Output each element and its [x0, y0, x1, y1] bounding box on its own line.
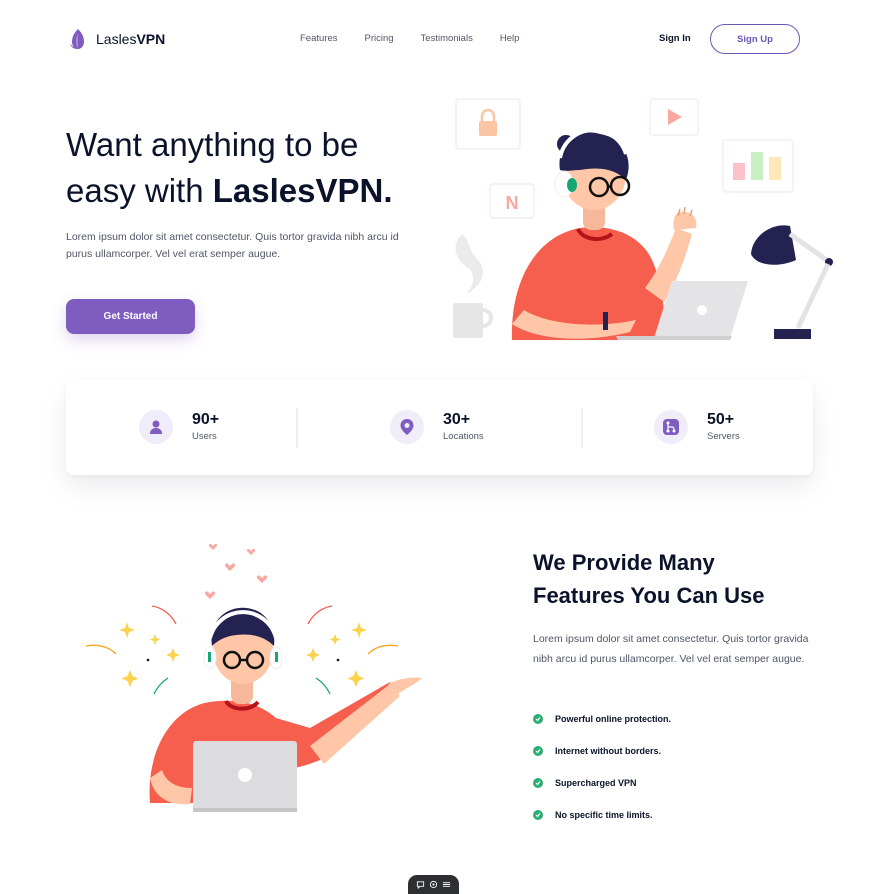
eye-icon[interactable] [429, 880, 438, 889]
chart-card-icon [722, 139, 794, 193]
features-list: Powerful online protection. Internet wit… [533, 703, 671, 831]
hero-description: Lorem ipsum dolor sit amet consectetur. … [66, 231, 399, 260]
check-icon [533, 714, 543, 724]
features-illustration [85, 543, 422, 812]
server-icon [654, 410, 688, 444]
stat-divider [581, 408, 583, 448]
menu-item-help[interactable]: Help [500, 33, 520, 44]
lock-card-icon [455, 98, 521, 150]
sliders-icon[interactable] [442, 880, 451, 889]
person-illustration [511, 127, 748, 340]
feature-label: No specific time limits. [555, 810, 653, 820]
brand-name: LaslesVPN [96, 31, 166, 47]
floating-toolbar [408, 875, 459, 894]
features-title-line2: Features You Can Use [533, 583, 765, 608]
stat-locations: 30+ Locations [390, 410, 484, 444]
stat-label: Locations [443, 431, 484, 442]
letter-card-icon: N [489, 183, 535, 219]
stat-label: Users [192, 431, 217, 442]
menu-item-features[interactable]: Features [300, 33, 338, 44]
menu-item-pricing[interactable]: Pricing [365, 33, 394, 44]
main-menu: Features Pricing Testimonials Help [300, 33, 546, 44]
sign-up-button[interactable]: Sign Up [710, 24, 800, 54]
menu-item-testimonials[interactable]: Testimonials [421, 33, 473, 44]
sign-in-link[interactable]: Sign In [659, 33, 691, 44]
stat-users: 90+ Users [139, 410, 219, 444]
hearts-icon [204, 543, 268, 599]
feature-label: Supercharged VPN [555, 778, 637, 788]
stat-value: 50+ [707, 411, 735, 428]
play-card-icon [649, 98, 699, 136]
hero-title-brand: LaslesVPN. [212, 172, 393, 209]
letter-card-text: N [506, 193, 519, 213]
stat-text: 50+ Servers [707, 410, 740, 444]
list-item: No specific time limits. [533, 799, 671, 831]
feature-label: Powerful online protection. [555, 714, 672, 724]
list-item: Supercharged VPN [533, 767, 671, 799]
stat-text: 90+ Users [192, 410, 219, 444]
stat-value: 30+ [443, 411, 471, 428]
hero-title-line2-prefix: easy with [66, 172, 213, 209]
check-icon [533, 746, 543, 756]
stat-label: Servers [707, 431, 740, 442]
check-icon [533, 810, 543, 820]
stat-servers: 50+ Servers [654, 410, 740, 444]
feature-label: Internet without borders. [555, 746, 662, 756]
hero-illustration: N [453, 98, 833, 340]
person-illustration [149, 607, 422, 812]
check-icon [533, 778, 543, 788]
features-title-line1: We Provide Many [533, 550, 715, 575]
features-description: Lorem ipsum dolor sit amet consectetur. … [533, 633, 809, 665]
user-icon [139, 410, 173, 444]
get-started-button[interactable]: Get Started [66, 299, 195, 334]
stats-panel: 90+ Users 30+ Locations 50+ Servers [66, 380, 813, 475]
coffee-mug-icon [453, 234, 493, 338]
hero-title: Want anything to be easy with LaslesVPN. [66, 122, 446, 214]
top-navigation: LaslesVPN Features Pricing Testimonials … [0, 0, 894, 80]
list-item: Internet without borders. [533, 735, 671, 767]
features-title: We Provide Many Features You Can Use [533, 546, 823, 612]
hero-title-line1: Want anything to be [66, 126, 359, 163]
logo-icon [70, 29, 84, 49]
stat-text: 30+ Locations [443, 410, 484, 444]
brand-logo[interactable]: LaslesVPN [68, 28, 165, 50]
stat-divider [296, 408, 298, 448]
comment-icon[interactable] [416, 880, 425, 889]
stat-value: 90+ [192, 411, 220, 428]
location-icon [390, 410, 424, 444]
list-item: Powerful online protection. [533, 703, 671, 735]
desk-lamp-icon [751, 225, 833, 339]
